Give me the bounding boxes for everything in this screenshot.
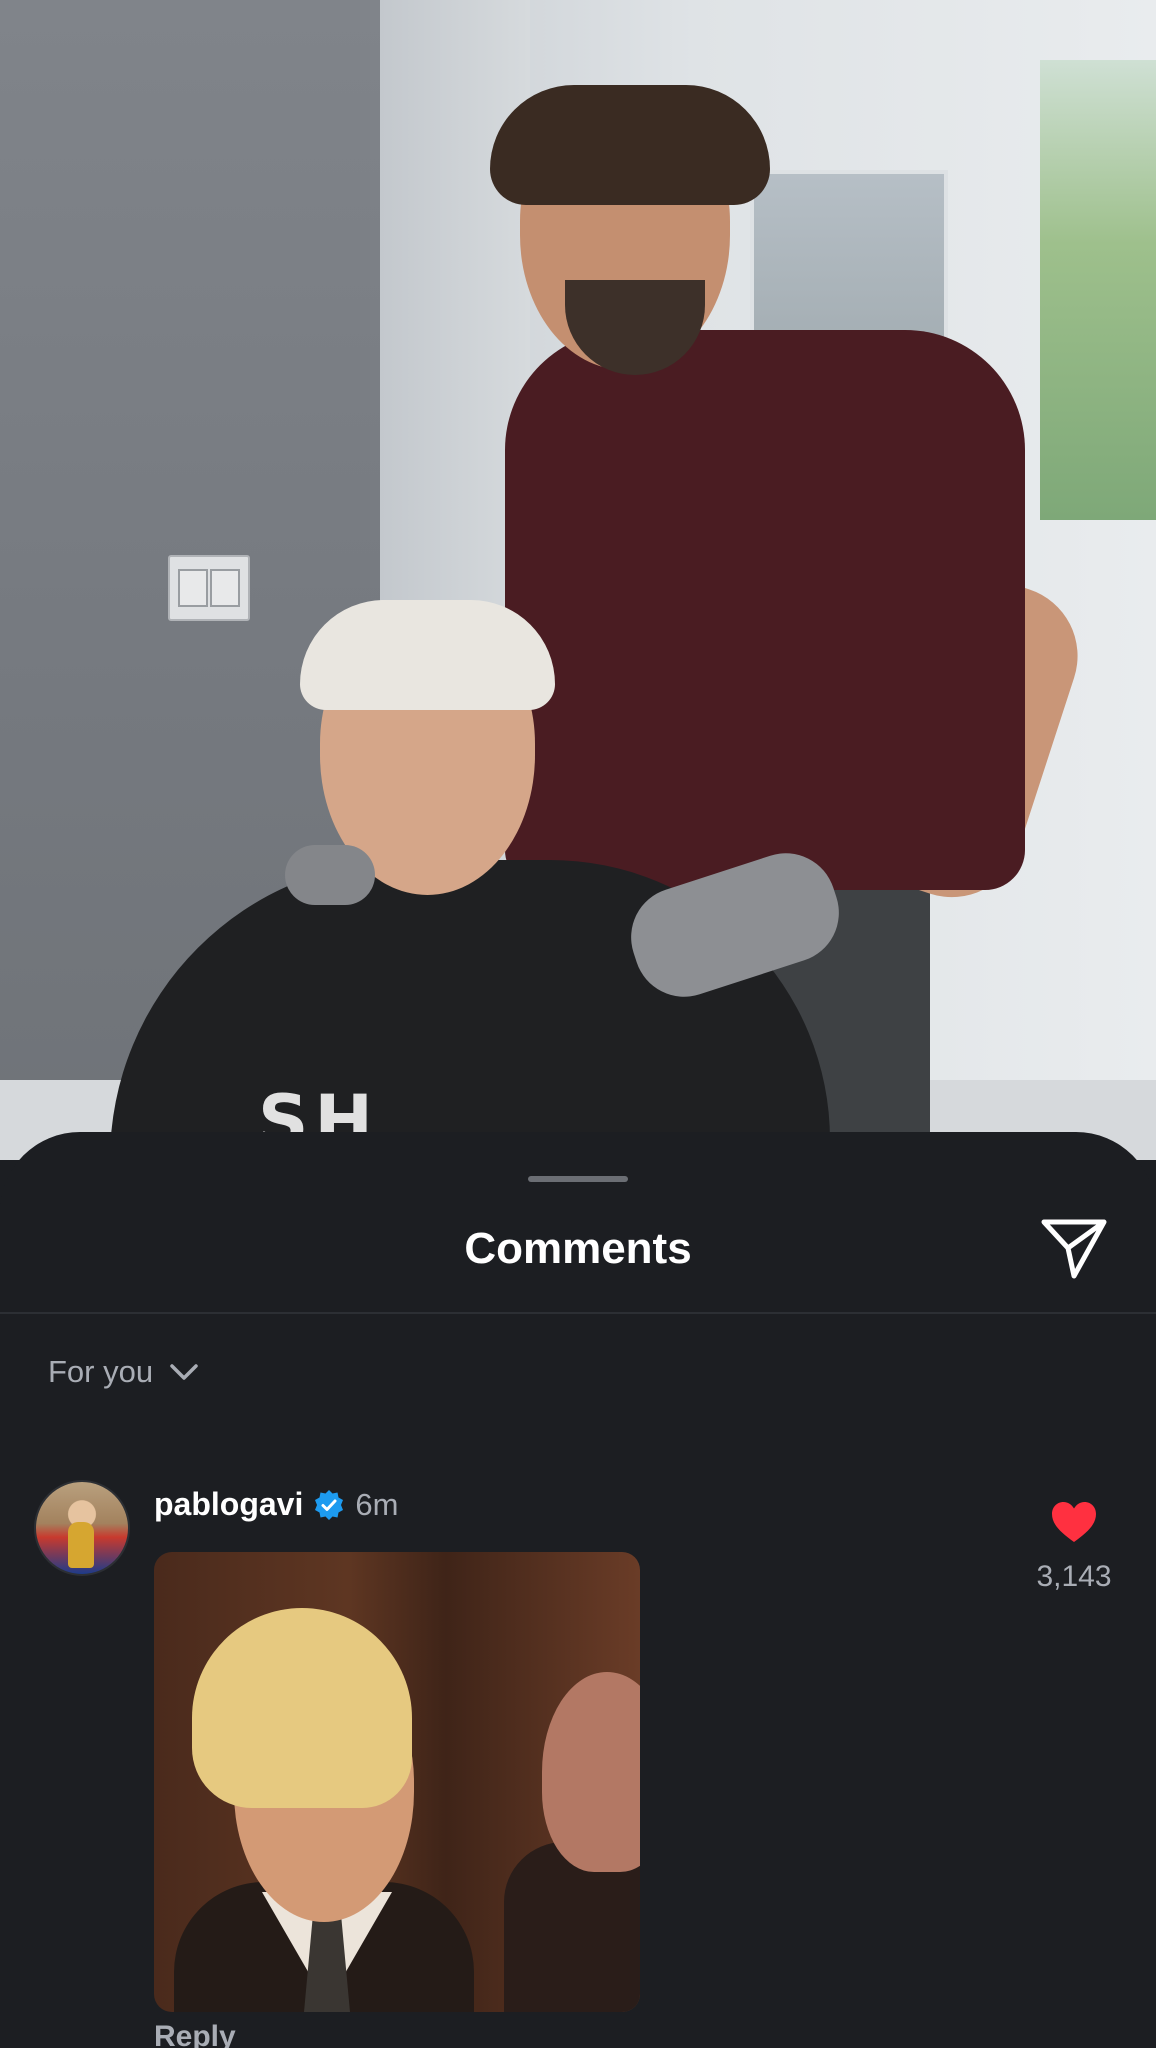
gif-background-figure [542,1672,640,1872]
comment-header: pablogavi 6m [154,1486,398,1523]
comments-sheet: Comments For you pablogavi 6m Reply 3,14… [0,1132,1156,2048]
gif-figure-hair [192,1608,412,1808]
like-count: 3,143 [1036,1560,1112,1593]
comment-item: pablogavi 6m Reply 3,143 [0,1454,1156,2048]
header-divider [0,1312,1156,1314]
sheet-title: Comments [464,1224,692,1273]
barber-shirt [505,330,1025,890]
author-username[interactable]: pablogavi [154,1486,303,1523]
sheet-drag-handle[interactable] [528,1176,628,1182]
sort-selector[interactable]: For you [48,1354,201,1390]
screen: SH Comments For you pablogavi 6m Reply 3… [0,0,1156,2048]
comment-timestamp: 6m [355,1486,399,1522]
client-hair [300,600,555,710]
verified-badge-icon [315,1489,344,1520]
share-button[interactable] [1036,1210,1112,1286]
post-photo[interactable]: SH [0,0,1156,1160]
paper-plane-icon [1041,1219,1107,1279]
photo-window [1040,60,1156,520]
light-switch [168,555,250,621]
like-group: 3,143 [1016,1500,1132,1594]
comment-gif-image[interactable] [154,1552,640,2012]
avatar[interactable] [34,1480,130,1576]
reply-button[interactable]: Reply [154,2020,236,2048]
barber-hair [490,85,770,205]
sort-label: For you [48,1354,154,1389]
chevron-down-icon [170,1364,198,1380]
gloved-hand-left [285,845,375,905]
trophy-graphic [68,1522,94,1568]
heart-icon[interactable] [1050,1500,1098,1544]
